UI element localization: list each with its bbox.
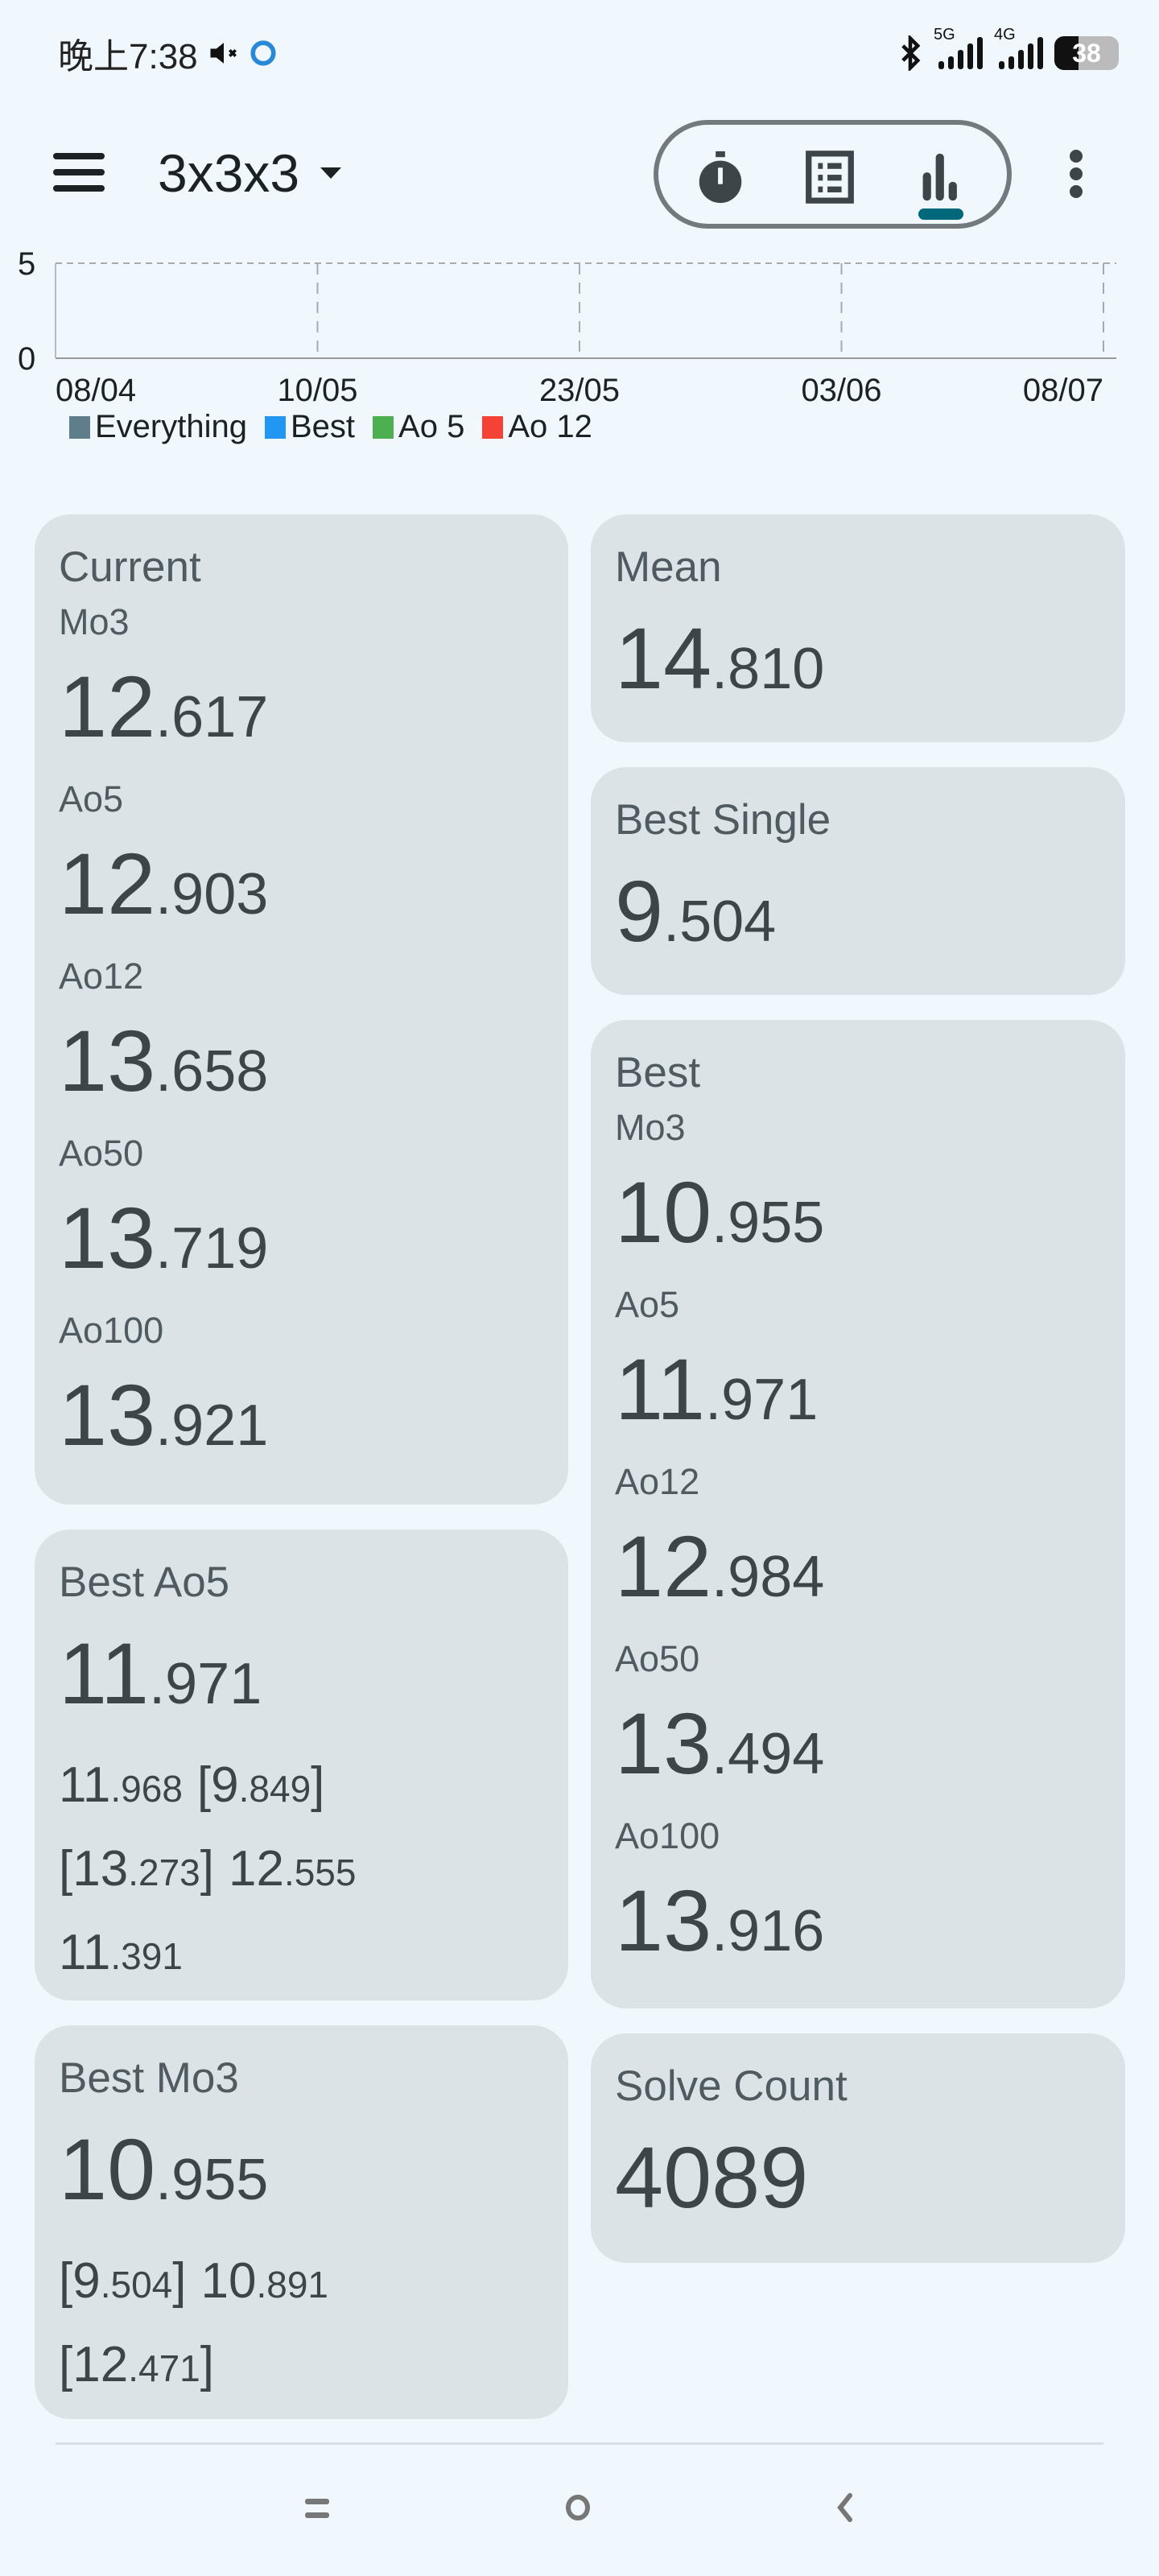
mean-value: 14.810 (615, 609, 825, 707)
stat-value: 12.984 (615, 1517, 825, 1615)
statistics-icon[interactable] (911, 149, 967, 205)
stat-value: 13.658 (59, 1012, 269, 1109)
best-card: Best Mo3 10.955 Ao5 11.971 Ao12 12.984 Ao50 13.… (591, 1020, 1125, 2008)
puzzle-title: 3x3x3 (158, 143, 300, 203)
stat-value: 12.617 (59, 658, 269, 755)
stat-label: Ao12 (59, 956, 144, 997)
legend-label: Best (290, 409, 356, 444)
stat-value: 13.921 (59, 1366, 269, 1463)
x-tick-label: 08/07 (1023, 373, 1103, 408)
solve-count-value: 4089 (615, 2128, 809, 2226)
view-switcher (654, 120, 1012, 229)
clock: 晚上7:38 (58, 37, 198, 76)
mean-title: Mean (615, 543, 722, 591)
solves-list-icon[interactable] (802, 149, 858, 205)
dropdown-caret-icon (320, 167, 342, 179)
solve-time[interactable]: [9.849] (197, 1757, 324, 1813)
legend-item[interactable]: Best (264, 409, 356, 445)
x-tick-label: 10/05 (277, 373, 357, 408)
network-4g-label: 4G (994, 26, 1016, 43)
best-mo3-title: Best Mo3 (59, 2054, 239, 2102)
legend-swatch (264, 415, 286, 439)
back-icon[interactable] (829, 2487, 861, 2528)
more-options-icon[interactable] (1070, 150, 1083, 198)
solve-count-title: Solve Count (615, 2062, 848, 2110)
best-single-title: Best Single (615, 796, 831, 844)
legend-label: Ao 5 (398, 409, 465, 444)
stat-label: Ao50 (615, 1638, 700, 1679)
stat-label: Ao5 (615, 1284, 680, 1325)
chart-legend: Everything Best Ao 5 Ao 12 (69, 409, 604, 445)
mean-card: Mean 14.810 (591, 514, 1125, 742)
battery-icon: 38 (1054, 36, 1119, 70)
legend-swatch (482, 415, 504, 439)
timer-icon[interactable] (692, 149, 749, 205)
puzzle-selector[interactable]: 3x3x3 (158, 137, 342, 209)
stat-label: Mo3 (615, 1107, 686, 1148)
legend-item[interactable]: Everything (69, 409, 247, 445)
best-single-card: Best Single 9.504 (591, 767, 1125, 995)
best-mo3-times: [9.504] 10.891 [12.471] (59, 2241, 568, 2409)
y-tick-label: 0 (18, 341, 35, 377)
solve-count-card: Solve Count 4089 (591, 2033, 1125, 2263)
stat-label: Ao100 (59, 1310, 164, 1351)
stat-value: 13.494 (615, 1695, 825, 1792)
best-ao5-title: Best Ao5 (59, 1558, 230, 1606)
signal-5g-icon: 5G (934, 26, 983, 69)
stat-value: 12.903 (59, 835, 269, 932)
solve-time[interactable]: 10.891 (200, 2253, 328, 2309)
solve-time[interactable]: 11.968 (59, 1757, 183, 1813)
bluetooth-icon (901, 35, 921, 71)
stat-label: Ao100 (615, 1815, 720, 1856)
solve-time[interactable]: [13.273] (59, 1841, 214, 1897)
app-notification-icon (250, 40, 276, 66)
best-ao5-value: 11.971 (59, 1624, 262, 1722)
stat-label: Mo3 (59, 601, 130, 642)
legend-label: Ao 12 (508, 409, 592, 444)
status-bar-right: 5G 4G 38 (898, 26, 1119, 77)
best-mo3-card[interactable]: Best Mo3 10.955 [9.504] 10.891 [12.471] (35, 2025, 568, 2419)
menu-icon[interactable] (53, 153, 105, 192)
stat-label: Ao50 (59, 1133, 144, 1174)
legend-item[interactable]: Ao 12 (482, 409, 592, 445)
solve-time[interactable]: [12.471] (59, 2337, 214, 2392)
status-bar-left: 晚上7:38 (58, 29, 277, 77)
x-tick-label: 08/04 (56, 373, 136, 408)
battery-level: 38 (1072, 38, 1101, 68)
best-single-value: 9.504 (615, 862, 777, 960)
signal-4g-icon: 4G (994, 26, 1043, 69)
active-view-indicator (918, 208, 963, 220)
best-ao5-card[interactable]: Best Ao5 11.971 11.968 [9.849] [13.273] 12.… (35, 1530, 568, 2000)
best-title: Best (615, 1049, 701, 1096)
stat-value: 13.719 (59, 1189, 269, 1286)
mute-icon (210, 43, 237, 64)
stat-value: 11.971 (615, 1340, 819, 1438)
x-tick-label: 03/06 (801, 373, 881, 408)
best-mo3-value: 10.955 (59, 2120, 269, 2218)
recent-apps-icon[interactable] (301, 2487, 333, 2528)
legend-swatch (69, 415, 90, 439)
solve-time[interactable]: 12.555 (229, 1841, 357, 1897)
legend-label: Everything (95, 409, 247, 444)
stat-value: 10.955 (615, 1163, 825, 1261)
solve-time[interactable]: 11.391 (59, 1925, 183, 1980)
stat-label: Ao5 (59, 778, 124, 819)
stat-value: 13.916 (615, 1872, 825, 1969)
network-5g-label: 5G (934, 26, 955, 43)
legend-swatch (373, 415, 394, 439)
nav-divider (56, 2442, 1103, 2445)
current-card: Current Mo3 12.617 Ao5 12.903 Ao12 13.658 Ao50… (35, 514, 568, 1505)
legend-item[interactable]: Ao 5 (373, 409, 464, 445)
current-title: Current (59, 543, 201, 591)
x-tick-label: 23/05 (539, 373, 620, 408)
solve-time[interactable]: [9.504] (59, 2253, 186, 2309)
stat-label: Ao12 (615, 1461, 700, 1502)
home-icon[interactable] (562, 2487, 594, 2528)
y-tick-label: 5 (18, 246, 35, 282)
best-ao5-times: 11.968 [9.849] [13.273] 12.555 11.391 (59, 1745, 568, 1996)
